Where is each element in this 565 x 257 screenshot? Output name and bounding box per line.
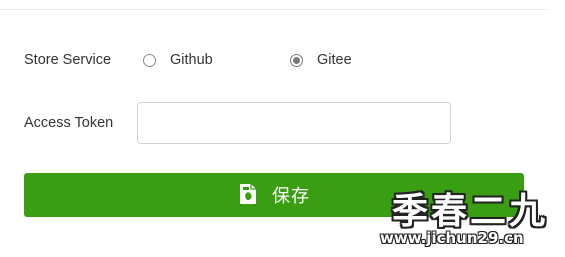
save-document-icon <box>238 183 258 205</box>
top-divider <box>0 9 548 10</box>
radio-github-label[interactable]: Github <box>170 52 213 68</box>
watermark-url: www.jichun29.cn <box>380 229 524 247</box>
access-token-label: Access Token <box>24 115 114 131</box>
save-button[interactable]: 保存 <box>24 173 524 217</box>
store-service-label: Store Service <box>24 52 112 68</box>
radio-gitee-circle[interactable] <box>290 53 303 67</box>
radio-github-circle[interactable] <box>143 53 156 67</box>
radio-gitee-label[interactable]: Gitee <box>317 52 352 68</box>
access-token-input[interactable] <box>137 102 451 144</box>
radio-option-gitee[interactable]: Gitee <box>290 52 352 68</box>
access-token-row: Access Token <box>24 102 451 144</box>
store-service-row: Store Service Github Gitee <box>24 48 352 72</box>
radio-option-github[interactable]: Github <box>143 52 290 68</box>
save-button-label[interactable]: 保存 <box>272 182 310 208</box>
